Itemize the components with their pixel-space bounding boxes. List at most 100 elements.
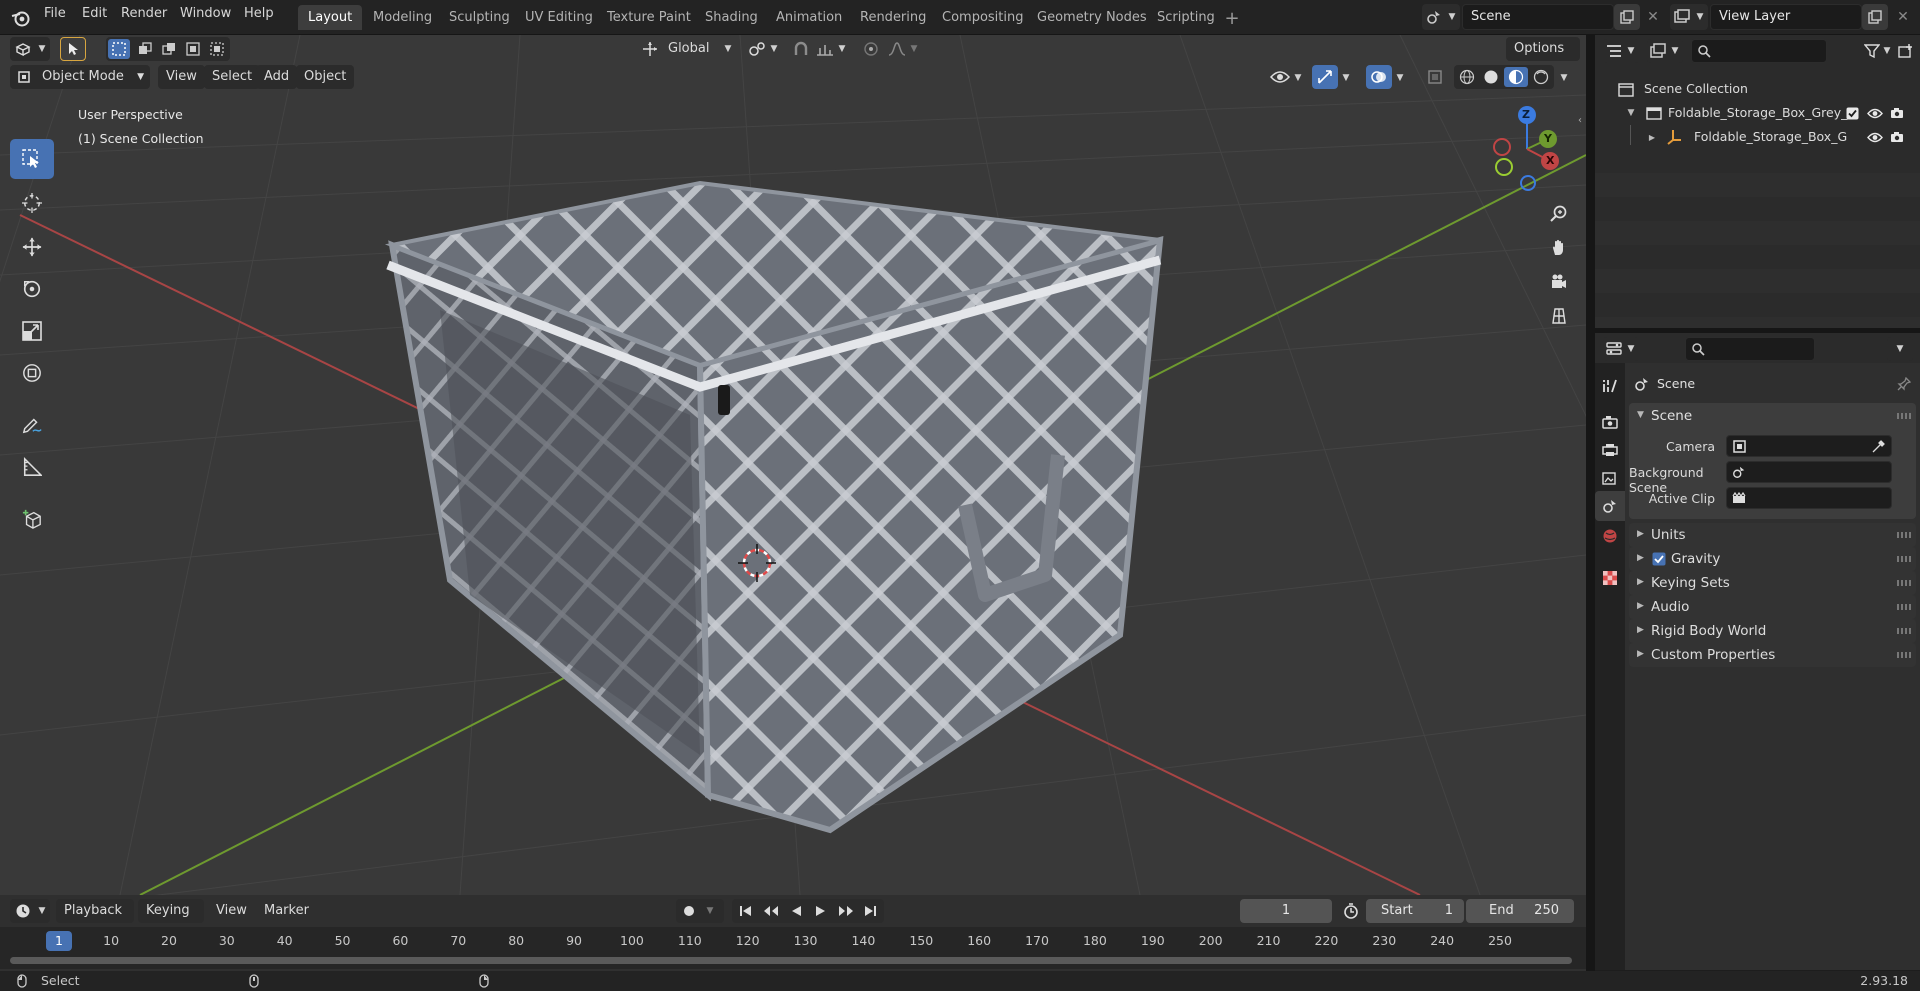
editor-type-button[interactable]: ▼ [10, 37, 50, 61]
tab-scripting[interactable]: Scripting [1147, 5, 1225, 30]
wireframe-shading-icon[interactable] [1456, 67, 1478, 87]
tab-world[interactable] [1595, 521, 1625, 551]
keying-sets-panel[interactable]: ▶ Keying Sets [1629, 571, 1916, 595]
overlays-icon[interactable] [1366, 65, 1392, 89]
menu-add[interactable]: Add [256, 65, 298, 89]
area-divider[interactable] [1586, 35, 1595, 971]
rigid-body-world-panel[interactable]: ▶ Rigid Body World [1629, 619, 1916, 643]
playback-menu[interactable]: Playback ▼ [56, 899, 134, 941]
menu-edit[interactable]: Edit [82, 6, 107, 21]
tool-transform[interactable] [10, 353, 54, 393]
gravity-checkbox[interactable] [1651, 551, 1667, 567]
visibility-icon[interactable] [1268, 67, 1292, 87]
view-layer-type-button[interactable]: ▼ [1670, 4, 1708, 30]
selection-mode-group[interactable] [106, 37, 230, 61]
new-view-layer-icon[interactable] [1862, 4, 1888, 30]
tab-uv-editing[interactable]: UV Editing [515, 5, 603, 30]
eyedropper-icon[interactable] [1869, 438, 1887, 454]
scene-name-field[interactable]: Scene [1462, 4, 1614, 30]
drag-handle-icon[interactable] [1897, 556, 1911, 562]
gizmo-toggle-icon[interactable] [1312, 65, 1338, 89]
drag-handle-icon[interactable] [1897, 413, 1911, 419]
new-collection-icon[interactable] [1895, 41, 1917, 61]
start-frame-field[interactable]: Start 1 [1366, 899, 1464, 923]
tool-add-cube[interactable] [10, 499, 54, 539]
outliner-editor-type[interactable]: ▼ [1603, 39, 1639, 63]
tab-compositing[interactable]: Compositing [932, 5, 1034, 30]
jump-end-icon[interactable] [858, 901, 882, 921]
delete-view-layer-icon[interactable]: ✕ [1892, 4, 1914, 30]
properties-editor-type[interactable]: ▼ [1603, 337, 1639, 361]
tab-texture-paint[interactable]: Texture Paint [597, 5, 701, 30]
menu-object[interactable]: Object [296, 65, 355, 89]
current-frame-field[interactable]: 1 [1240, 899, 1332, 923]
drag-handle-icon[interactable] [1897, 628, 1911, 634]
menu-file[interactable]: File [44, 6, 66, 21]
tool-move[interactable] [10, 227, 54, 267]
transform-orientation-dropdown[interactable]: Global [668, 37, 709, 61]
drag-handle-icon[interactable] [1897, 532, 1911, 538]
outliner-row[interactable]: ▼ Foldable_Storage_Box_Grey_ [1595, 101, 1920, 125]
new-scene-icon[interactable] [1614, 4, 1640, 30]
tab-scene[interactable] [1595, 491, 1625, 521]
select-new-icon[interactable] [108, 39, 130, 59]
custom-properties-panel[interactable]: ▶ Custom Properties [1629, 643, 1916, 667]
pan-hand-icon[interactable] [1546, 235, 1572, 261]
scene-panel-header[interactable]: ▼ Scene [1629, 403, 1916, 429]
select-invert-icon[interactable] [182, 39, 204, 59]
options-button[interactable]: Options ▼ [1506, 37, 1580, 79]
drag-handle-icon[interactable] [1897, 652, 1911, 658]
units-panel[interactable]: ▶ Units [1629, 523, 1916, 547]
tab-rendering[interactable]: Rendering [850, 5, 936, 30]
delete-scene-icon[interactable]: ✕ [1642, 4, 1664, 30]
menu-render[interactable]: Render [121, 6, 167, 21]
tab-layout[interactable]: Layout [298, 5, 363, 30]
scene-type-button[interactable]: ▼ [1422, 4, 1460, 30]
filter-icon[interactable] [1861, 41, 1883, 61]
outliner-root-row[interactable]: Scene Collection [1595, 77, 1920, 101]
timeline-ruler[interactable]: 1 10 20 30 40 50 60 70 80 90 100 110 120 130 140 150 160… [0, 927, 1586, 969]
tool-annotate[interactable] [10, 405, 54, 445]
3d-viewport[interactable]: ▼ Global ▼ ▼ ▼ ▼ Options Object Mode ▼ V… [0, 35, 1586, 895]
menu-select[interactable]: Select [204, 65, 261, 89]
mode-selector[interactable]: Object Mode ▼ [10, 65, 150, 89]
zoom-icon[interactable] [1546, 201, 1572, 227]
drag-handle-icon[interactable] [1897, 604, 1911, 610]
camera-render-icon[interactable] [1887, 129, 1907, 145]
proportional-editing-icon[interactable] [860, 39, 882, 59]
gravity-panel[interactable]: ▶ Gravity [1629, 547, 1916, 571]
camera-field[interactable] [1726, 435, 1892, 457]
expand-arrow-icon[interactable]: ▼ [1625, 105, 1637, 121]
eye-icon[interactable] [1865, 129, 1885, 145]
tab-render[interactable] [1595, 407, 1625, 437]
include-checkbox-icon[interactable] [1844, 105, 1860, 121]
active-clip-field[interactable] [1726, 487, 1892, 509]
pin-icon[interactable] [1895, 375, 1913, 393]
tab-sculpting[interactable]: Sculpting [439, 5, 520, 30]
timeline-editor-type[interactable]: ▼ [10, 899, 50, 923]
rendered-shading-icon[interactable] [1530, 67, 1552, 87]
tab-geometry-nodes[interactable]: Geometry Nodes [1027, 5, 1157, 30]
snap-target-icon[interactable] [814, 39, 836, 59]
falloff-curve-icon[interactable] [886, 39, 908, 59]
drag-handle-icon[interactable] [1897, 580, 1911, 586]
menu-window[interactable]: Window [180, 6, 231, 21]
outliner-row[interactable]: ▶ Foldable_Storage_Box_G [1595, 125, 1920, 149]
orthographic-grid-icon[interactable] [1546, 303, 1572, 329]
menu-help[interactable]: Help [244, 6, 274, 21]
snap-icon[interactable] [790, 39, 812, 59]
background-scene-field[interactable] [1726, 461, 1892, 483]
tool-cursor[interactable] [10, 183, 54, 223]
tool-select-box[interactable] [10, 139, 54, 179]
tab-shading[interactable]: Shading [695, 5, 768, 30]
keying-menu[interactable]: Keying ▼ [138, 899, 204, 941]
tab-animation[interactable]: Animation [766, 5, 852, 30]
blender-logo-icon[interactable] [10, 7, 32, 29]
xray-icon[interactable] [1424, 67, 1446, 87]
audio-panel[interactable]: ▶ Audio [1629, 595, 1916, 619]
jump-keyframe-forward-icon[interactable] [834, 901, 858, 921]
jump-start-icon[interactable] [734, 901, 758, 921]
solid-shading-icon[interactable] [1480, 67, 1502, 87]
play-icon[interactable] [809, 901, 833, 921]
end-frame-field[interactable]: End 250 [1466, 899, 1574, 923]
